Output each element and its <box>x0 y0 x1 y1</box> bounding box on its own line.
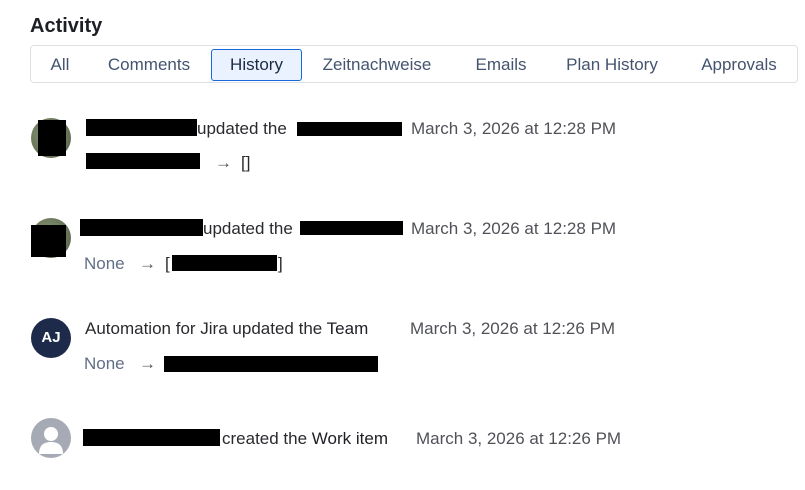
tab-approvals[interactable]: Approvals <box>687 49 791 81</box>
avatar[interactable]: AJ <box>31 318 71 358</box>
timestamp[interactable]: March 3, 2026 at 12:26 PM <box>410 319 615 339</box>
change-from: None <box>84 254 125 273</box>
tab-emails[interactable]: Emails <box>463 49 539 81</box>
tab-comments[interactable]: Comments <box>93 49 205 81</box>
redacted-change-to <box>164 356 378 372</box>
actor-label: Automation for Jira <box>85 319 228 338</box>
history-entry: updated the March 3, 2026 at 12:28 PM No… <box>0 210 805 290</box>
redacted-avatar <box>31 225 66 257</box>
actor-name: Automation for Jira updated the Team <box>85 319 368 339</box>
redacted-avatar <box>38 120 66 156</box>
arrow-right-icon: → <box>215 153 232 172</box>
activity-tab-bar: All Comments History Zeitnachweise Email… <box>30 45 798 83</box>
person-icon <box>39 427 63 454</box>
tab-zeitnachweise[interactable]: Zeitnachweise <box>309 49 445 81</box>
action-text: updated the <box>232 319 323 338</box>
history-entry: updated the March 3, 2026 at 12:28 PM → … <box>0 110 805 190</box>
redacted-change-to <box>172 255 277 271</box>
redacted-field <box>300 221 403 235</box>
bracket-open: [ <box>165 254 170 273</box>
redacted-change-from <box>86 153 200 169</box>
history-entry: created the Work item March 3, 2026 at 1… <box>0 410 805 490</box>
tab-all[interactable]: All <box>37 49 83 81</box>
redacted-actor <box>86 119 197 136</box>
redacted-field <box>297 122 402 136</box>
arrow-right-icon: → <box>139 354 156 373</box>
action-label: created the <box>222 429 308 448</box>
change-to: [] <box>241 153 251 172</box>
bracket-close: ] <box>278 254 283 273</box>
redacted-actor <box>80 219 203 236</box>
timestamp[interactable]: March 3, 2026 at 12:26 PM <box>416 429 621 449</box>
tab-plan-history[interactable]: Plan History <box>553 49 671 81</box>
action-text: created the Work item <box>222 429 388 449</box>
redacted-actor <box>83 429 220 446</box>
history-entry: AJ Automation for Jira updated the Team … <box>0 310 805 390</box>
activity-heading: Activity <box>30 15 103 37</box>
timestamp[interactable]: March 3, 2026 at 12:28 PM <box>411 119 616 139</box>
action-text: updated the <box>203 219 293 238</box>
field-name: Team <box>326 319 369 338</box>
tab-history[interactable]: History <box>211 49 302 81</box>
action-text: updated the <box>197 119 287 138</box>
timestamp[interactable]: March 3, 2026 at 12:28 PM <box>411 219 616 239</box>
field-name: Work item <box>311 429 388 448</box>
change-from: None <box>84 354 125 373</box>
arrow-right-icon: → <box>139 254 156 273</box>
avatar[interactable] <box>31 418 71 458</box>
